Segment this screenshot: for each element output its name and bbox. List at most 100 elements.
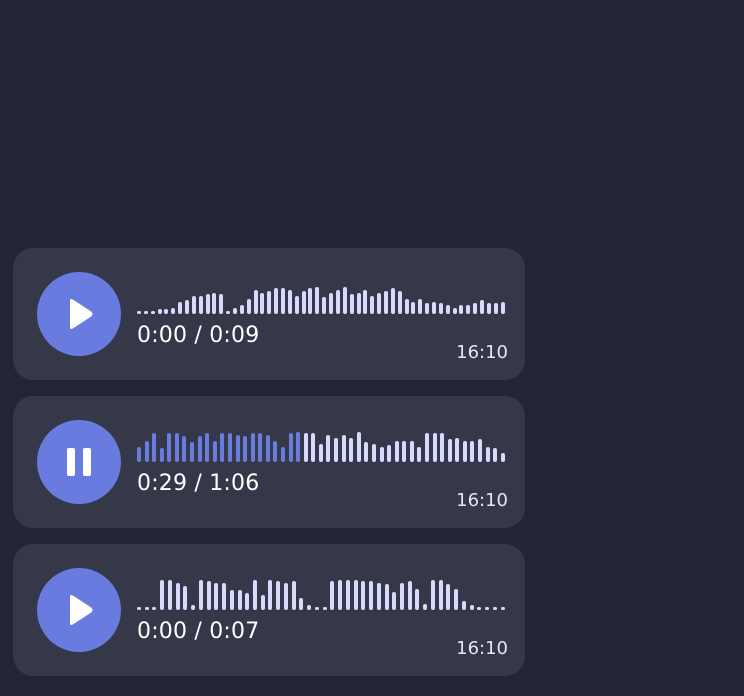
waveform[interactable] [137,432,505,462]
waveform-bar [303,433,308,462]
voice-message: 0:00 / 0:09 16:10 [13,248,525,380]
waveform-bar [299,598,304,610]
waveform-bar [407,581,412,610]
waveform-bar [452,308,457,314]
waveform-bar [461,601,466,610]
waveform-bar [500,607,505,610]
waveform-bar [159,448,164,462]
waveform-bar [492,607,497,610]
waveform-bar [341,435,346,462]
waveform-bar [390,288,395,314]
waveform-bar [329,293,334,314]
waveform-bar [137,447,141,462]
waveform-bar [356,432,361,462]
waveform-bar [239,305,244,314]
waveform-bar [205,433,210,462]
waveform[interactable] [137,284,505,314]
waveform-bar [214,583,219,610]
waveform-bar [265,435,270,462]
waveform-bar [364,442,369,462]
waveform-bar [268,580,273,610]
waveform-bar [315,287,320,314]
waveform-bar [431,302,436,314]
waveform-bar [376,583,381,610]
waveform-bar [454,589,459,610]
waveform-bar [349,438,354,462]
waveform-bar [273,441,278,462]
message-timestamp: 16:10 [456,638,508,659]
waveform-bar [424,433,429,462]
message-timestamp: 16:10 [456,342,508,363]
waveform-bar [253,290,258,314]
waveform-bar [171,308,176,314]
waveform-bar [175,583,180,610]
waveform-bar [144,441,149,462]
waveform-bar [260,595,265,610]
waveform-bar [137,607,141,610]
waveform-bar [245,593,250,610]
waveform-bar [455,438,460,462]
waveform-bar [394,441,399,462]
waveform-bar [418,299,423,314]
waveform-bar [308,288,313,314]
waveform-bar [281,288,286,314]
playback-time: 0:29 / 1:06 [137,471,260,496]
waveform[interactable] [137,580,505,610]
waveform-bar [440,433,445,462]
waveform-bar [445,305,450,314]
waveform-bar [446,584,451,610]
waveform-bar [356,293,361,314]
waveform-bar [500,453,505,462]
message-timestamp: 16:10 [456,490,508,511]
waveform-bar [280,447,285,462]
waveform-bar [229,590,234,610]
waveform-bar [379,447,384,462]
waveform-bar [283,583,288,610]
waveform-bar [486,303,491,314]
waveform-bar [369,581,374,610]
waveform-bar [157,309,162,314]
waveform-bar [384,584,389,610]
waveform-bar [143,311,148,314]
waveform-bar [397,291,402,314]
waveform-bar [222,583,227,610]
playback-time: 0:00 / 0:07 [137,619,260,644]
pause-icon [67,448,91,476]
waveform-bar [291,581,296,610]
play-icon [70,299,93,329]
waveform-bar [137,311,141,314]
waveform-bar [402,441,407,462]
play-button[interactable] [37,568,121,652]
waveform-bar [226,311,231,314]
waveform-bar [191,605,196,610]
waveform-bar [500,302,505,314]
waveform-bar [164,309,169,314]
waveform-bar [260,293,265,314]
waveform-bar [417,447,422,462]
waveform-bar [349,294,354,314]
waveform-bar [318,444,323,462]
waveform-bar [432,433,437,462]
pause-button[interactable] [37,420,121,504]
waveform-bar [423,604,428,610]
waveform-bar [361,581,366,610]
waveform-bar [493,303,498,314]
waveform-bar [493,448,498,462]
waveform-bar [404,299,409,314]
waveform-bar [330,581,335,610]
waveform-bar [198,580,203,610]
waveform-bar [212,441,217,462]
waveform-bar [473,303,478,314]
waveform-bar [415,589,420,610]
waveform-bar [237,590,242,610]
waveform-bar [250,433,255,462]
waveform-bar [294,296,299,314]
waveform-bar [276,581,281,610]
waveform-bar [392,592,397,610]
play-button[interactable] [37,272,121,356]
waveform-bar [150,311,155,314]
waveform-bar [322,607,327,610]
waveform-bar [144,607,149,610]
waveform-bar [447,439,452,462]
waveform-bar [470,441,475,462]
